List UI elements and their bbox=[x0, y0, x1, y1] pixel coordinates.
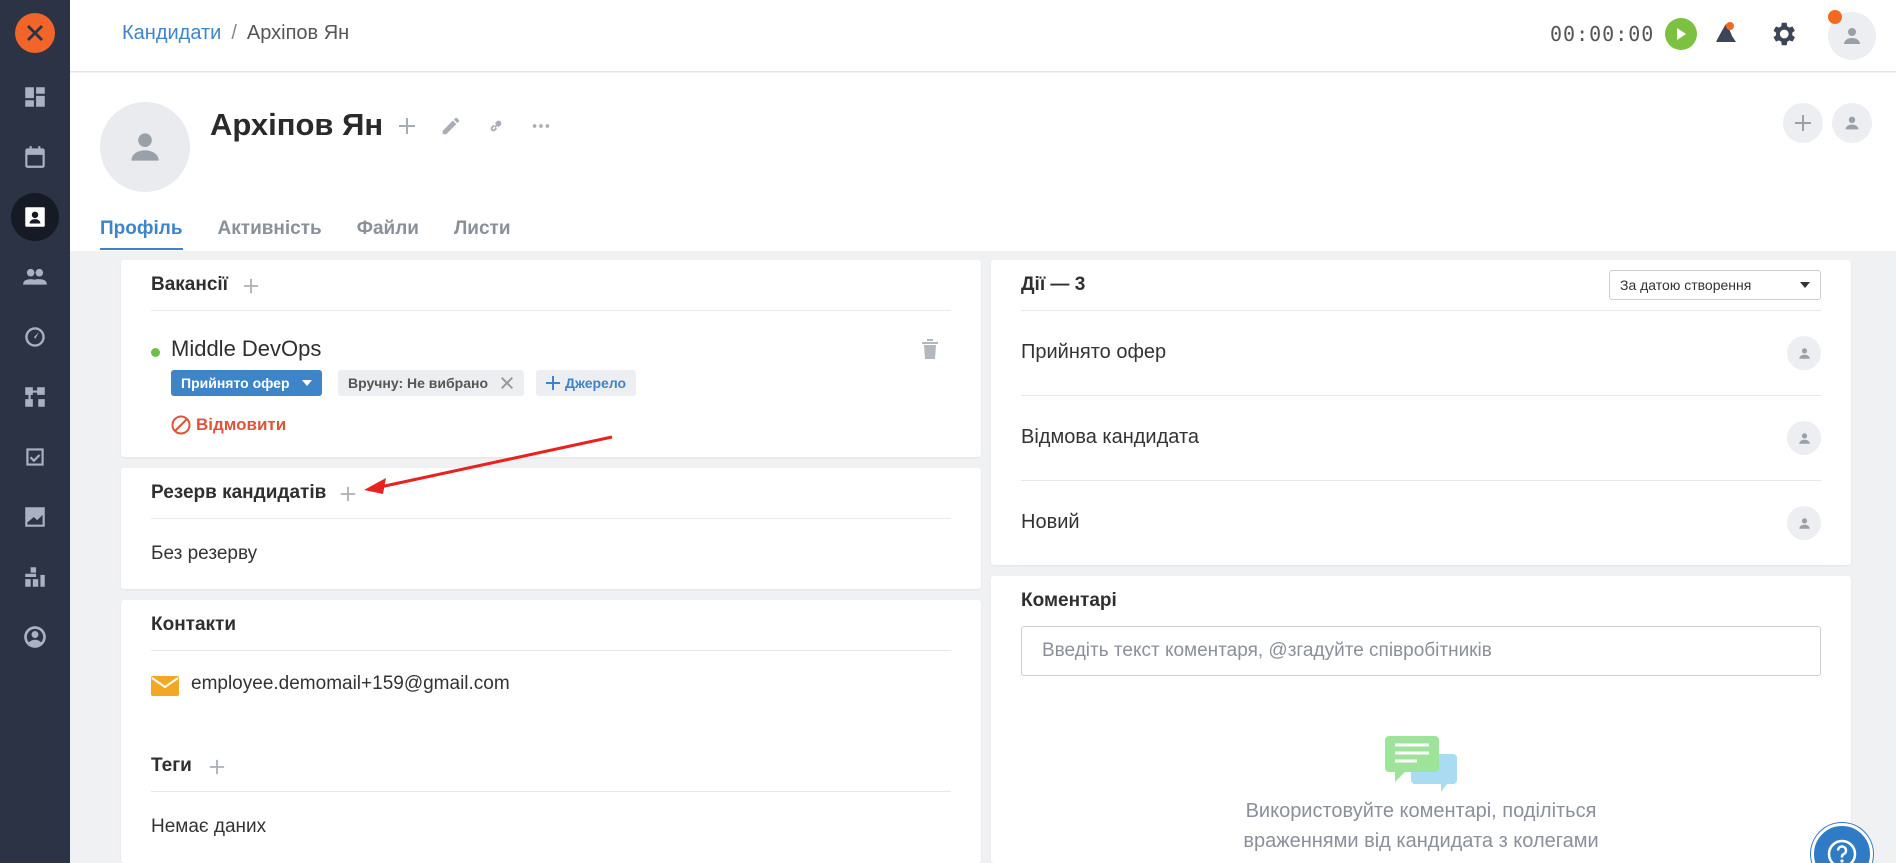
add-source-button[interactable]: Джерело bbox=[536, 370, 637, 396]
actions-title: Дії — 3 bbox=[1021, 274, 1086, 295]
speedometer-icon[interactable] bbox=[11, 313, 59, 361]
vacancy-name[interactable]: Middle DevOps bbox=[171, 336, 321, 362]
x-logo-icon[interactable] bbox=[15, 13, 55, 53]
contacts-title: Контакти bbox=[151, 614, 237, 635]
tab-files[interactable]: Файли bbox=[357, 218, 419, 250]
vacancy-status-dot bbox=[151, 348, 160, 357]
sidebar bbox=[0, 0, 70, 863]
sort-select[interactable]: За датою створення bbox=[1609, 270, 1821, 300]
divider bbox=[151, 310, 951, 311]
plus-icon bbox=[546, 376, 560, 390]
comments-empty-hint: Використовуйте коментарі, поділіться вра… bbox=[991, 796, 1851, 856]
reserve-empty-text: Без резерву bbox=[151, 543, 258, 564]
action-item[interactable]: Новий bbox=[1021, 481, 1821, 566]
reserve-title: Резерв кандидатів bbox=[151, 482, 327, 503]
contacts-card: Контакти employee.demomail+159@gmail.com… bbox=[121, 600, 981, 863]
add-circle-button[interactable] bbox=[1783, 103, 1823, 143]
chevron-down-icon bbox=[1800, 282, 1810, 288]
close-icon[interactable] bbox=[500, 376, 514, 390]
dashboard-icon[interactable] bbox=[11, 73, 59, 121]
reject-label: Відмовити bbox=[196, 415, 287, 434]
breadcrumb-separator: / bbox=[231, 22, 237, 44]
source-manual-label: Вручну: Не вибрано bbox=[348, 375, 488, 391]
action-item[interactable]: Відмова кандидата bbox=[1021, 396, 1821, 481]
email-icon bbox=[151, 676, 179, 701]
reserve-card: Резерв кандидатів Без резерву bbox=[121, 468, 981, 589]
breadcrumb: Кандидати / Архіпов Ян bbox=[122, 22, 349, 45]
comments-title: Коментарі bbox=[1021, 590, 1117, 611]
action-item-label: Новий bbox=[1021, 511, 1080, 533]
settings-gear-icon[interactable] bbox=[1767, 18, 1799, 50]
link-icon[interactable] bbox=[481, 111, 511, 141]
workflow-icon[interactable] bbox=[11, 373, 59, 421]
reject-icon bbox=[171, 415, 191, 435]
action-item[interactable]: Прийнято офер bbox=[1021, 311, 1821, 396]
breadcrumb-current: Архіпов Ян bbox=[246, 22, 350, 44]
avatar[interactable] bbox=[1787, 506, 1821, 540]
tab-activity[interactable]: Активність bbox=[218, 218, 322, 250]
comment-input[interactable] bbox=[1021, 626, 1821, 676]
comments-hint-line-2: враженнями від кандидата з колегами bbox=[1243, 830, 1599, 852]
chevron-down-icon bbox=[301, 380, 312, 386]
add-tag-icon[interactable] bbox=[207, 757, 227, 777]
divider bbox=[151, 518, 951, 519]
candidate-header: Архіпов Ян Профіль Активність Файли Лист… bbox=[70, 73, 1896, 251]
add-source-label: Джерело bbox=[565, 375, 627, 391]
avatar[interactable] bbox=[1787, 421, 1821, 455]
analytics-icon[interactable] bbox=[11, 493, 59, 541]
notification-dot bbox=[1828, 10, 1842, 24]
trash-icon[interactable] bbox=[921, 338, 943, 362]
tags-title: Теги bbox=[151, 755, 192, 776]
candidate-name: Архіпов Ян bbox=[210, 107, 384, 142]
candidates-icon[interactable] bbox=[11, 193, 59, 241]
add-icon[interactable] bbox=[392, 111, 422, 141]
play-timer-button[interactable] bbox=[1665, 18, 1697, 50]
notifications-icon[interactable] bbox=[1710, 18, 1742, 50]
status-label: Прийнято офер bbox=[181, 375, 290, 391]
add-reserve-icon[interactable] bbox=[338, 484, 358, 504]
edit-pencil-icon[interactable] bbox=[436, 111, 466, 141]
responsible-avatar[interactable] bbox=[1832, 103, 1872, 143]
timer-display: 00:00:00 bbox=[1550, 22, 1655, 46]
reject-button[interactable]: Відмовити bbox=[171, 415, 286, 435]
tab-profile[interactable]: Профіль bbox=[100, 218, 183, 250]
action-item-label: Відмова кандидата bbox=[1021, 426, 1200, 448]
tasks-icon[interactable] bbox=[11, 433, 59, 481]
add-vacancy-icon[interactable] bbox=[241, 276, 261, 296]
actions-card: Дії — 3 За датою створення Прийнято офер… bbox=[991, 260, 1851, 566]
profile-icon[interactable] bbox=[11, 613, 59, 661]
more-options-icon[interactable] bbox=[526, 111, 556, 141]
tab-letters[interactable]: Листи bbox=[454, 218, 511, 250]
top-bar: Кандидати / Архіпов Ян 00:00:00 bbox=[70, 0, 1896, 72]
status-dropdown[interactable]: Прийнято офер bbox=[171, 370, 322, 396]
profile-tabs: Профіль Активність Файли Листи bbox=[100, 218, 546, 250]
comments-hint-line-1: Використовуйте коментарі, поділіться bbox=[1245, 800, 1597, 822]
calendar-icon[interactable] bbox=[11, 133, 59, 181]
tags-empty-text: Немає даних bbox=[151, 816, 267, 837]
vacancies-card: Вакансії Middle DevOps Прийнято офер Вру… bbox=[121, 260, 981, 457]
contact-email[interactable]: employee.demomail+159@gmail.com bbox=[191, 673, 510, 695]
action-item-label: Прийнято офер bbox=[1021, 341, 1167, 363]
candidate-avatar[interactable] bbox=[100, 102, 190, 192]
sort-select-value: За датою створення bbox=[1620, 277, 1752, 293]
comments-card: Коментарі Використовуйте коментарі, поді… bbox=[991, 576, 1851, 863]
divider bbox=[151, 791, 951, 792]
team-icon[interactable] bbox=[11, 253, 59, 301]
breadcrumb-candidates-link[interactable]: Кандидати bbox=[122, 22, 221, 44]
divider bbox=[151, 650, 951, 651]
source-manual-badge: Вручну: Не вибрано bbox=[338, 370, 524, 396]
question-icon bbox=[1827, 839, 1857, 863]
avatar[interactable] bbox=[1787, 336, 1821, 370]
integrations-icon[interactable] bbox=[11, 553, 59, 601]
vacancies-title: Вакансії bbox=[151, 274, 229, 295]
comments-chat-icon bbox=[1385, 734, 1459, 801]
